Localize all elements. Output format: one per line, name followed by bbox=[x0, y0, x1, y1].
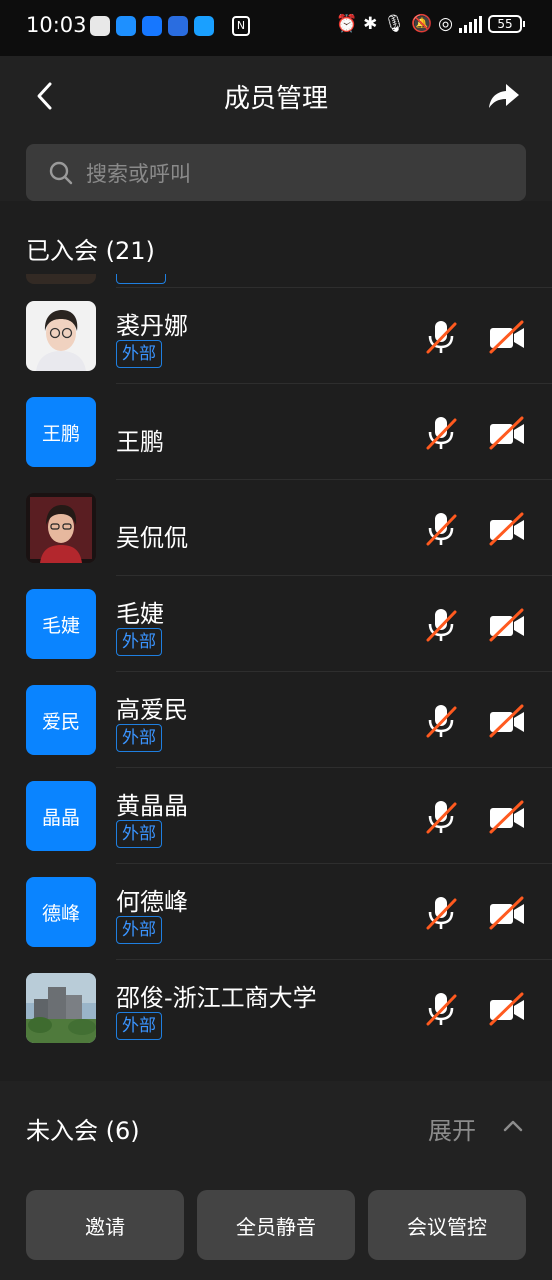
member-row[interactable]: 毛婕 毛婕 外部 bbox=[26, 575, 552, 671]
search-bar[interactable] bbox=[26, 144, 526, 203]
action-bar: 邀请 全员静音 会议管控 bbox=[0, 1190, 552, 1260]
camera-off-icon[interactable] bbox=[488, 607, 526, 643]
mic-muted-icon[interactable] bbox=[424, 510, 458, 548]
member-name: 裘丹娜 bbox=[116, 312, 188, 340]
member-name: 王鹏 bbox=[116, 428, 164, 456]
chevron-up-icon[interactable] bbox=[502, 1115, 524, 1137]
mic-muted-icon[interactable] bbox=[424, 894, 458, 932]
member-name: 邵俊-浙江工商大学 bbox=[116, 984, 317, 1012]
external-tag: 外部 bbox=[116, 724, 162, 752]
avatar: 晶晶 bbox=[26, 781, 96, 851]
search-icon bbox=[49, 161, 73, 185]
member-row[interactable]: 吴侃侃 bbox=[26, 479, 552, 575]
member-name: 吴侃侃 bbox=[116, 524, 188, 552]
silent-icon: 🔕 bbox=[410, 14, 433, 34]
vibrate-icon: ✱ bbox=[363, 14, 378, 34]
not-joined-header: 未入会 (6) bbox=[26, 1117, 140, 1145]
camera-off-icon[interactable] bbox=[488, 895, 526, 931]
mic-muted-icon[interactable] bbox=[424, 798, 458, 836]
member-tag bbox=[116, 274, 166, 284]
member-name: 高爱民 bbox=[116, 696, 188, 724]
nfc-icon: N bbox=[232, 16, 250, 36]
mic-muted-icon[interactable] bbox=[424, 606, 458, 644]
member-row[interactable]: 邵俊-浙江工商大学 外部 bbox=[26, 959, 552, 1055]
expand-button[interactable]: 展开 bbox=[428, 1111, 476, 1146]
avatar: 德峰 bbox=[26, 877, 96, 947]
alarm-icon: ⏰ bbox=[335, 14, 358, 34]
external-tag: 外部 bbox=[116, 1012, 162, 1040]
external-tag: 外部 bbox=[116, 820, 162, 848]
member-row[interactable]: 晶晶 黄晶晶 外部 bbox=[26, 767, 552, 863]
status-indicators: ⏰ ✱ 🎙 🔕 ◎ 55 bbox=[335, 14, 525, 34]
external-tag: 外部 bbox=[116, 916, 162, 944]
invite-button[interactable]: 邀请 bbox=[26, 1190, 184, 1260]
share-arrow-icon bbox=[489, 84, 519, 108]
avatar: 毛婕 bbox=[26, 589, 96, 659]
meeting-control-button[interactable]: 会议管控 bbox=[368, 1190, 526, 1260]
member-row[interactable]: 裘丹娜 外部 bbox=[26, 287, 552, 383]
page-title: 成员管理 bbox=[223, 84, 328, 114]
meeting-app-icon bbox=[194, 16, 214, 36]
member-name: 何德峰 bbox=[116, 888, 188, 916]
avatar bbox=[26, 493, 96, 563]
joined-header: 已入会 (21) bbox=[26, 237, 155, 265]
avatar: 王鹏 bbox=[26, 397, 96, 467]
mic-muted-icon[interactable] bbox=[424, 318, 458, 356]
title-bar: 成员管理 bbox=[0, 56, 552, 136]
member-row[interactable]: 王鹏 王鹏 bbox=[26, 383, 552, 479]
status-app-icons bbox=[90, 16, 214, 36]
mic-muted-icon[interactable] bbox=[424, 414, 458, 452]
status-bar: 10:03 N ⏰ ✱ 🎙 🔕 ◎ 55 bbox=[0, 0, 552, 56]
mic-muted-icon[interactable] bbox=[424, 702, 458, 740]
maps-app-icon bbox=[142, 16, 162, 36]
mute-all-button[interactable]: 全员静音 bbox=[197, 1190, 355, 1260]
member-row[interactable]: 爱民 高爱民 外部 bbox=[26, 671, 552, 767]
ticket-app-icon bbox=[168, 16, 188, 36]
mic-muted-icon[interactable] bbox=[424, 990, 458, 1028]
messages-app-icon bbox=[116, 16, 136, 36]
search-input[interactable] bbox=[84, 144, 508, 203]
camera-off-icon[interactable] bbox=[488, 991, 526, 1027]
camera-off-icon[interactable] bbox=[488, 799, 526, 835]
member-row[interactable]: 德峰 何德峰 外部 bbox=[26, 863, 552, 959]
external-tag: 外部 bbox=[116, 340, 162, 368]
avatar: 爱民 bbox=[26, 685, 96, 755]
avatar bbox=[26, 301, 96, 371]
camera-off-icon[interactable] bbox=[488, 511, 526, 547]
hotspot-icon: ◎ bbox=[438, 14, 453, 34]
member-name: 黄晶晶 bbox=[116, 792, 188, 820]
avatar bbox=[26, 973, 96, 1043]
joined-section: 已入会 (21) 裘丹娜 外部 王鹏 王鹏 吴侃侃 毛婕 毛婕 外部 爱民 高爱民 外部 晶晶 黄晶晶外… bbox=[0, 201, 552, 1081]
camera-off-icon[interactable] bbox=[488, 319, 526, 355]
member-name: 毛婕 bbox=[116, 600, 164, 628]
status-time: 10:03 bbox=[26, 13, 87, 37]
member-list[interactable]: 裘丹娜 外部 王鹏 王鹏 吴侃侃 毛婕 毛婕 外部 爱民 高爱民 外部 晶晶 黄晶晶 外部 德峰 何德峰 外部邵… bbox=[0, 274, 552, 1055]
camera-off-icon[interactable] bbox=[488, 415, 526, 451]
share-button[interactable] bbox=[486, 78, 522, 114]
mic-status-icon: 🎙 bbox=[383, 14, 405, 34]
battery-icon: 55 bbox=[488, 15, 525, 33]
camera-off-icon[interactable] bbox=[488, 703, 526, 739]
signal-icon bbox=[459, 15, 482, 33]
not-joined-section[interactable]: 未入会 (6) 展开 bbox=[0, 1081, 552, 1173]
photos-app-icon bbox=[90, 16, 110, 36]
external-tag: 外部 bbox=[116, 628, 162, 656]
avatar bbox=[26, 274, 96, 284]
